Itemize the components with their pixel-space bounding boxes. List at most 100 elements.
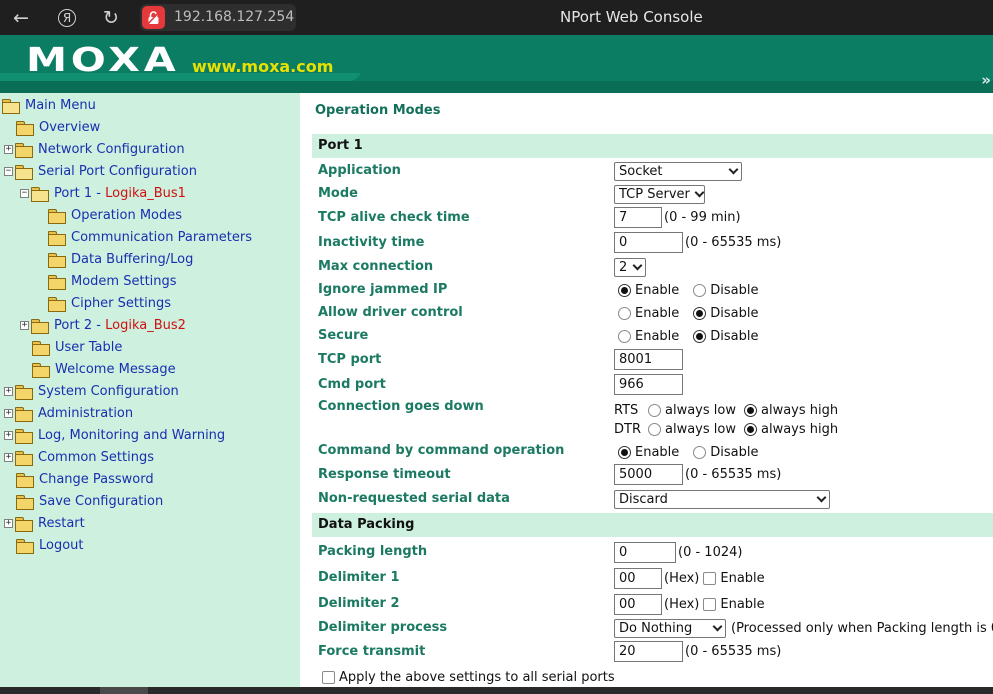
tree-label[interactable]: Port 2 - (54, 318, 105, 333)
dtr-always-low-radio[interactable] (648, 423, 661, 436)
tree-label[interactable]: Change Password (39, 472, 154, 487)
expand-plus-icon[interactable]: + (4, 144, 13, 154)
packing-length-hint: (0 - 1024) (678, 545, 743, 560)
tree-item-port1[interactable]: − Port 1 - Logika_Bus1 (20, 183, 186, 203)
tree-label[interactable]: Administration (38, 406, 133, 421)
horizontal-scrollbar[interactable] (0, 687, 993, 694)
delimiter1-input[interactable]: 00 (614, 568, 662, 589)
tree-label[interactable]: Welcome Message (55, 362, 176, 377)
tree-item-restart[interactable]: + Restart (4, 513, 85, 533)
tree-item-logout[interactable]: Logout (16, 535, 84, 555)
tree-item-port2[interactable]: + Port 2 - Logika_Bus2 (20, 315, 186, 335)
collapse-arrow-icon[interactable]: » (981, 71, 991, 89)
tree-label[interactable]: Operation Modes (71, 208, 182, 223)
expand-plus-icon[interactable]: + (20, 320, 29, 330)
collapse-minus-icon[interactable]: − (4, 166, 13, 176)
command-by-command-group: Enable Disable (618, 445, 759, 460)
port1-name[interactable]: Logika_Bus1 (105, 186, 186, 201)
command-by-command-enable-radio[interactable] (618, 446, 631, 459)
command-by-command-disable-radio[interactable] (693, 446, 707, 459)
option-label: Enable (635, 306, 680, 321)
label-inactivity: Inactivity time (318, 235, 425, 250)
ignore-jammed-enable-radio[interactable] (618, 284, 631, 297)
tree-item-data-buffering-log[interactable]: Data Buffering/Log (48, 249, 193, 269)
insecure-lock-icon[interactable] (142, 6, 165, 29)
tree-item-log-monitoring-warning[interactable]: + Log, Monitoring and Warning (4, 425, 225, 445)
tcp-alive-input[interactable]: 7 (614, 207, 662, 228)
packing-length-input[interactable]: 0 (614, 542, 676, 563)
tree-label[interactable]: Modem Settings (71, 274, 177, 289)
port2-name[interactable]: Logika_Bus2 (105, 318, 186, 333)
tree-label[interactable]: Cipher Settings (71, 296, 171, 311)
tree-label[interactable]: System Configuration (38, 384, 179, 399)
tree-label[interactable]: Save Configuration (39, 494, 163, 509)
delimiter-process-select[interactable]: Do Nothing (614, 619, 726, 638)
tree-label[interactable]: Logout (39, 538, 84, 553)
inactivity-input[interactable]: 0 (614, 232, 683, 253)
tree-label[interactable]: Data Buffering/Log (71, 252, 193, 267)
tree-label[interactable]: Common Settings (38, 450, 154, 465)
delimiter2-input[interactable]: 00 (614, 594, 662, 615)
non-requested-select[interactable]: Discard (614, 490, 830, 509)
tree-item-user-table[interactable]: User Table (32, 337, 122, 357)
tree-item-save-configuration[interactable]: Save Configuration (16, 491, 163, 511)
scrollbar-thumb[interactable] (100, 687, 148, 694)
tree-label[interactable]: User Table (55, 340, 122, 355)
folder-icon (31, 318, 49, 334)
tree-label[interactable]: Port 1 - (54, 186, 105, 201)
tree-item-overview[interactable]: Overview (16, 117, 100, 137)
tree-item-communication-parameters[interactable]: Communication Parameters (48, 227, 252, 247)
apply-all-checkbox[interactable] (322, 671, 335, 684)
secure-enable-radio[interactable] (618, 330, 631, 343)
delimiter2-enable-checkbox[interactable] (703, 598, 717, 611)
tree-label[interactable]: Serial Port Configuration (38, 164, 197, 179)
allow-driver-enable-radio[interactable] (618, 307, 631, 320)
expand-plus-icon[interactable]: + (4, 518, 13, 528)
force-transmit-input[interactable]: 20 (614, 641, 683, 662)
back-arrow-icon[interactable]: ← (8, 5, 34, 31)
expand-plus-icon[interactable]: + (4, 408, 13, 418)
cmd-port-input[interactable]: 966 (614, 374, 683, 395)
rts-always-low-radio[interactable] (648, 404, 661, 417)
option-label: Enable (635, 283, 680, 298)
mode-select[interactable]: TCP Server (614, 185, 705, 204)
reload-icon[interactable]: ↻ (98, 5, 124, 31)
ignore-jammed-disable-radio[interactable] (693, 284, 707, 297)
tree-label[interactable]: Restart (38, 516, 85, 531)
tree-item-operation-modes[interactable]: Operation Modes (48, 205, 182, 225)
folder-open-icon (31, 186, 49, 202)
address-bar[interactable]: 192.168.127.254 (140, 4, 296, 31)
response-timeout-input[interactable]: 5000 (614, 464, 683, 485)
expand-plus-icon[interactable]: + (4, 430, 13, 440)
secure-disable-radio[interactable] (693, 330, 707, 343)
url-text[interactable]: 192.168.127.254 (174, 9, 294, 25)
tree-item-change-password[interactable]: Change Password (16, 469, 154, 489)
tree-label[interactable]: Overview (39, 120, 100, 135)
application-select[interactable]: Socket (614, 162, 742, 181)
tree-item-main-menu[interactable]: Main Menu (2, 95, 96, 115)
max-connection-select[interactable]: 2 (614, 258, 646, 277)
tree-item-administration[interactable]: + Administration (4, 403, 133, 423)
tree-label[interactable]: Network Configuration (38, 142, 185, 157)
tree-item-common-settings[interactable]: + Common Settings (4, 447, 154, 467)
tree-item-system-configuration[interactable]: + System Configuration (4, 381, 179, 401)
yandex-icon[interactable]: Я (54, 5, 80, 31)
tree-label[interactable]: Main Menu (25, 98, 96, 113)
expand-plus-icon[interactable]: + (4, 452, 13, 462)
tree-item-modem-settings[interactable]: Modem Settings (48, 271, 177, 291)
hex-hint: (Hex) (664, 571, 700, 586)
collapse-minus-icon[interactable]: − (20, 188, 29, 198)
tree-label[interactable]: Log, Monitoring and Warning (38, 428, 225, 443)
delimiter1-enable-checkbox[interactable] (703, 572, 717, 585)
expand-plus-icon[interactable]: + (4, 386, 13, 396)
tree-item-network-configuration[interactable]: + Network Configuration (4, 139, 185, 159)
tree-item-serial-port-configuration[interactable]: − Serial Port Configuration (4, 161, 197, 181)
dtr-always-high-radio[interactable] (743, 423, 757, 436)
tree-label[interactable]: Communication Parameters (71, 230, 252, 245)
allow-driver-disable-radio[interactable] (693, 307, 707, 320)
tree-item-cipher-settings[interactable]: Cipher Settings (48, 293, 171, 313)
tree-item-welcome-message[interactable]: Welcome Message (32, 359, 176, 379)
navigation-tree: Main Menu Overview + Network Configuratio… (0, 93, 300, 687)
tcp-port-input[interactable]: 8001 (614, 349, 683, 370)
rts-always-high-radio[interactable] (743, 404, 757, 417)
